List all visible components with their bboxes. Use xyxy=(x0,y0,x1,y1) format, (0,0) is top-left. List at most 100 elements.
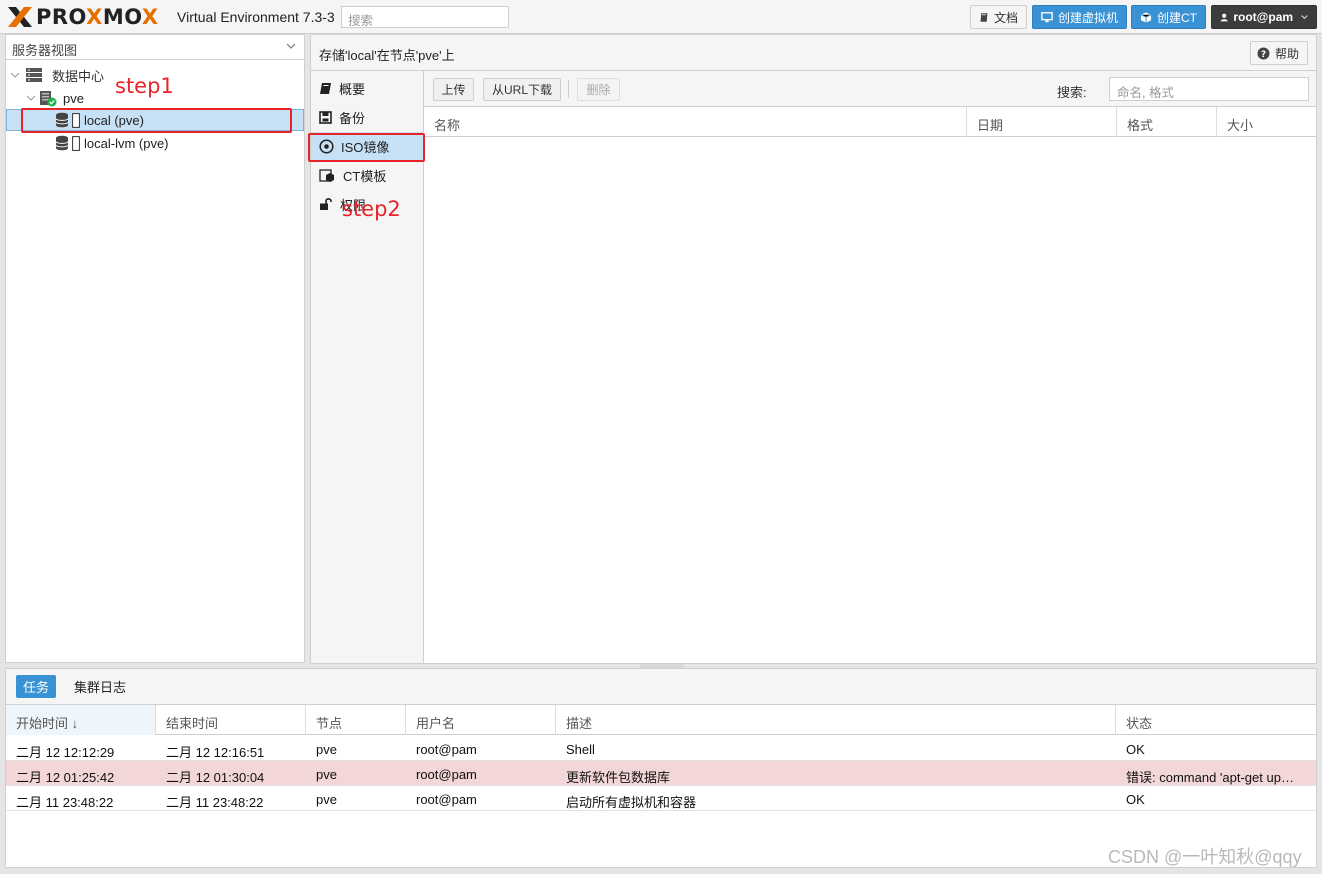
tree-item-label: local-lvm (pve) xyxy=(84,135,169,151)
submenu-label: 概要 xyxy=(339,81,366,97)
submenu-label: 备份 xyxy=(339,110,366,126)
cell-node: pve xyxy=(316,767,337,782)
tree-item-storage-local-lvm[interactable]: local-lvm (pve) xyxy=(6,132,304,154)
docs-button[interactable]: 文档 xyxy=(970,5,1027,29)
monitor-icon xyxy=(1041,11,1053,22)
logo-text-pro: PRO xyxy=(36,5,87,29)
table-row[interactable]: 二月 12 01:25:42 二月 12 01:30:04 pve root@p… xyxy=(6,761,1316,786)
help-icon: ? xyxy=(1257,47,1270,60)
user-menu-label: root@pam xyxy=(1233,10,1294,24)
cell-status: OK xyxy=(1126,742,1145,757)
delete-button[interactable]: 删除 xyxy=(577,78,620,101)
view-selector[interactable]: 服务器视图 xyxy=(6,35,304,60)
cube-icon xyxy=(1140,11,1152,23)
column-header-format[interactable]: 格式 xyxy=(1117,107,1217,137)
column-header-start-time[interactable]: 开始时间 ↓ xyxy=(6,705,156,735)
step2-highlight-box xyxy=(308,133,425,162)
unlock-icon xyxy=(320,198,332,210)
column-header-description[interactable]: 描述 xyxy=(556,705,1116,735)
book-icon xyxy=(980,12,988,22)
toolbar-separator xyxy=(568,80,569,98)
node-online-icon xyxy=(40,90,57,106)
create-ct-button[interactable]: 创建CT xyxy=(1131,5,1206,29)
cell-status: OK xyxy=(1126,792,1145,807)
tree-item-label: 数据中心 xyxy=(52,68,105,84)
help-button-label: 帮助 xyxy=(1275,46,1300,61)
global-search-input[interactable]: 搜索 xyxy=(341,6,509,28)
logo-x-mark-icon xyxy=(6,5,34,29)
cell-end-time: 二月 11 23:48:22 xyxy=(166,795,264,810)
proxmox-logo[interactable]: PROXMOX xyxy=(6,5,159,29)
storage-device-icon xyxy=(72,135,80,151)
task-tabs: 任务 集群日志 xyxy=(6,669,1316,705)
user-icon xyxy=(1220,13,1228,21)
column-header-user[interactable]: 用户名 xyxy=(406,705,556,735)
cell-start-time: 二月 11 23:48:22 xyxy=(16,795,114,810)
task-log-panel: 任务 集群日志 开始时间 ↓ 结束时间 节点 用户名 描述 状态 二月 12 1… xyxy=(5,668,1317,868)
search-label: 搜索: xyxy=(1057,85,1087,100)
cell-end-time: 二月 12 01:30:04 xyxy=(166,770,265,785)
tree-item-label: pve xyxy=(63,90,84,106)
logo-text-mo: MO xyxy=(102,5,142,29)
column-header-name[interactable]: 名称 xyxy=(424,107,967,137)
task-grid-header: 开始时间 ↓ 结束时间 节点 用户名 描述 状态 xyxy=(6,705,1316,735)
column-header-date[interactable]: 日期 xyxy=(967,107,1117,137)
create-vm-label: 创建虚拟机 xyxy=(1057,10,1118,25)
template-icon xyxy=(319,168,334,182)
step1-highlight-box xyxy=(21,108,292,133)
create-ct-label: 创建CT xyxy=(1157,10,1197,25)
step1-annotation: step1 xyxy=(115,74,174,98)
collapse-arrow-icon xyxy=(10,72,20,78)
book-icon xyxy=(320,82,331,94)
collapse-arrow-icon xyxy=(26,95,36,101)
panel-title: 存储'local'在节点'pve'上 xyxy=(319,48,455,63)
tab-cluster-log[interactable]: 集群日志 xyxy=(68,675,132,698)
table-row[interactable]: 二月 11 23:48:22 二月 11 23:48:22 pve root@p… xyxy=(6,786,1316,811)
datacenter-icon xyxy=(26,68,42,82)
step2-annotation: step2 xyxy=(342,197,401,221)
cell-user: root@pam xyxy=(416,792,477,807)
logo-text-x2: X xyxy=(141,5,159,29)
iso-toolbar: 上传 从URL下载 删除 搜索: 命名, 格式 xyxy=(424,71,1316,107)
cell-description: 启动所有虚拟机和容器 xyxy=(566,795,697,810)
upload-button[interactable]: 上传 xyxy=(433,78,474,101)
cell-start-time: 二月 12 01:25:42 xyxy=(16,770,115,785)
view-selector-label: 服务器视图 xyxy=(12,43,78,58)
cell-start-time: 二月 12 12:12:29 xyxy=(16,745,115,760)
user-menu-button[interactable]: root@pam xyxy=(1211,5,1317,29)
logo-wordmark: PROXMOX xyxy=(36,5,159,29)
submenu-item-ct-templates[interactable]: CT模板 xyxy=(311,161,424,189)
tab-tasks[interactable]: 任务 xyxy=(16,675,56,698)
download-from-url-button[interactable]: 从URL下载 xyxy=(483,78,561,101)
csdn-watermark: CSDN @一叶知秋@qqy xyxy=(1108,847,1302,867)
cell-user: root@pam xyxy=(416,742,477,757)
svg-text:?: ? xyxy=(1261,50,1266,60)
panel-title-bar: 存储'local'在节点'pve'上 ? 帮助 xyxy=(311,35,1316,71)
cell-description: 更新软件包数据库 xyxy=(566,770,671,785)
column-header-node[interactable]: 节点 xyxy=(306,705,406,735)
logo-text-x: X xyxy=(86,5,103,29)
cell-description: Shell xyxy=(566,742,595,757)
database-icon xyxy=(55,135,69,151)
column-header-status[interactable]: 状态 xyxy=(1116,705,1316,735)
create-vm-button[interactable]: 创建虚拟机 xyxy=(1032,5,1127,29)
version-label: Virtual Environment 7.3-3 xyxy=(177,9,335,25)
cell-node: pve xyxy=(316,792,337,807)
table-row[interactable]: 二月 12 12:12:29 二月 12 12:16:51 pve root@p… xyxy=(6,736,1316,761)
storage-content-panel: 存储'local'在节点'pve'上 ? 帮助 概要 备份 ISO镜像 CT模板… xyxy=(310,34,1317,664)
iso-search-input[interactable]: 命名, 格式 xyxy=(1109,77,1309,101)
top-header: PROXMOX Virtual Environment 7.3-3 搜索 文档 … xyxy=(0,0,1322,34)
chevron-down-icon xyxy=(286,43,296,49)
iso-grid-header: 名称 日期 格式 大小 xyxy=(424,107,1316,137)
help-button[interactable]: ? 帮助 xyxy=(1250,41,1308,65)
submenu-item-backup[interactable]: 备份 xyxy=(311,103,424,131)
submenu-item-summary[interactable]: 概要 xyxy=(311,74,424,102)
column-header-end-time[interactable]: 结束时间 xyxy=(156,705,306,735)
floppy-icon xyxy=(319,110,332,124)
cell-status: 错误: command 'apt-get update' failed: exi… xyxy=(1126,770,1311,785)
cell-node: pve xyxy=(316,742,337,757)
column-header-size[interactable]: 大小 xyxy=(1217,107,1316,137)
chevron-down-icon xyxy=(1301,15,1308,20)
cell-user: root@pam xyxy=(416,767,477,782)
docs-button-label: 文档 xyxy=(993,10,1018,25)
